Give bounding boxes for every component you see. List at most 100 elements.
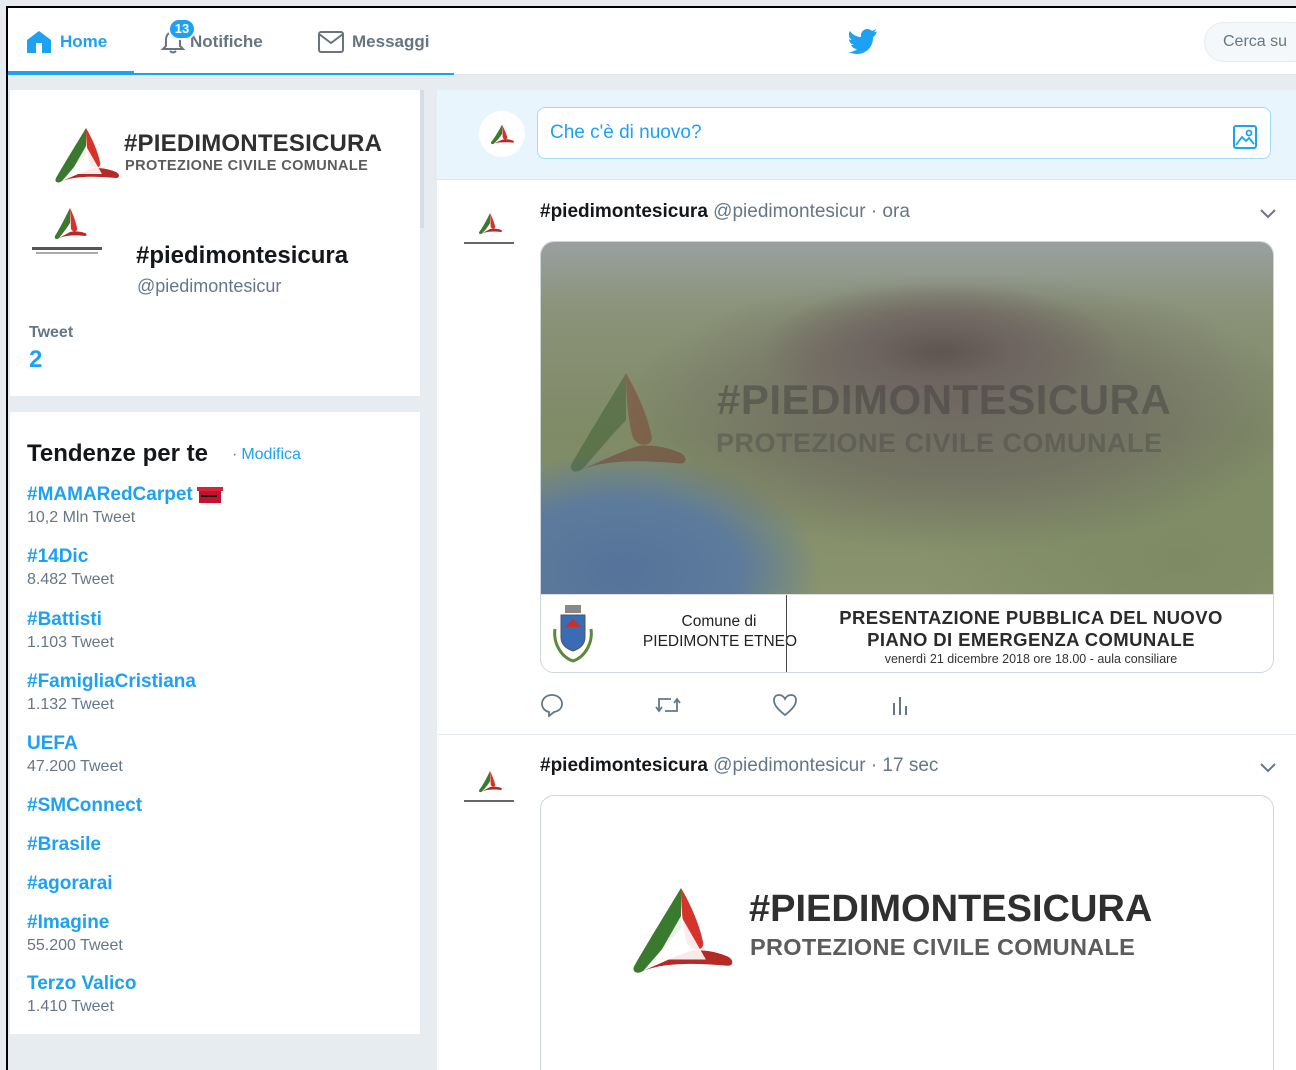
trend-item[interactable]: UEFA 47.200 Tweet bbox=[27, 733, 123, 776]
nav-active-underline bbox=[8, 71, 134, 75]
chevron-down-icon[interactable] bbox=[1259, 207, 1277, 225]
trend-name: #Imagine bbox=[27, 912, 110, 933]
retweet-icon[interactable] bbox=[654, 693, 682, 722]
trend-item[interactable]: #SMConnect bbox=[27, 795, 142, 817]
notifications-badge: 13 bbox=[168, 18, 196, 40]
trend-name: #FamigliaCristiana bbox=[27, 671, 196, 692]
home-icon bbox=[26, 30, 52, 54]
compose-tweet-input[interactable]: Che c'è di nuovo? bbox=[537, 107, 1271, 159]
tweet-author-handle[interactable]: @piedimontesicur bbox=[713, 201, 865, 222]
profile-handle[interactable]: @piedimontesicur bbox=[137, 276, 281, 297]
envelope-icon bbox=[318, 30, 344, 53]
nav-messages[interactable]: Messaggi bbox=[318, 8, 429, 75]
protezione-civile-logo-icon bbox=[633, 888, 733, 973]
tweet[interactable]: #piedimontesicura @piedimontesicur · 17 … bbox=[437, 735, 1296, 1070]
reply-icon[interactable] bbox=[540, 693, 564, 722]
trend-item[interactable]: #agorarai bbox=[27, 873, 113, 895]
nav-messages-label: Messaggi bbox=[352, 31, 430, 51]
trend-name: Terzo Valico bbox=[27, 973, 137, 994]
trends-edit-link[interactable]: · Modifica bbox=[232, 446, 301, 464]
avatar-caption-icon bbox=[464, 242, 514, 244]
add-photo-icon[interactable] bbox=[1233, 125, 1257, 154]
trend-name: #14Dic bbox=[27, 546, 89, 567]
image-title: #PIEDIMONTESICURA bbox=[749, 888, 1153, 930]
trend-name: UEFA bbox=[27, 733, 78, 754]
tweet-media-image[interactable]: #PIEDIMONTESICURA PROTEZIONE CIVILE COMU… bbox=[540, 795, 1274, 1070]
footer-divider bbox=[786, 595, 787, 672]
trend-item[interactable]: #FamigliaCristiana 1.132 Tweet bbox=[27, 671, 196, 714]
trend-name: #Battisti bbox=[27, 609, 102, 630]
trend-name: #agorarai bbox=[27, 873, 113, 894]
trend-name: #Brasile bbox=[27, 834, 101, 855]
tweet-timestamp[interactable]: ora bbox=[882, 201, 909, 222]
trend-count: 55.200 Tweet bbox=[27, 937, 123, 954]
profile-name[interactable]: #piedimontesicura bbox=[136, 242, 348, 270]
chevron-down-icon[interactable] bbox=[1259, 761, 1277, 779]
banner-title: #PIEDIMONTESICURA bbox=[124, 130, 383, 157]
trend-item[interactable]: #Imagine 55.200 Tweet bbox=[27, 912, 123, 955]
tweet-count-label[interactable]: Tweet bbox=[29, 324, 73, 342]
tweet-header: #piedimontesicura @piedimontesicur · 17 … bbox=[540, 755, 938, 777]
tweet-author-name[interactable]: #piedimontesicura bbox=[540, 201, 708, 222]
trend-name: #SMConnect bbox=[27, 795, 143, 816]
event-headline-2: PIANO DI EMERGENZA COMUNALE bbox=[867, 629, 1195, 650]
profile-avatar[interactable] bbox=[28, 202, 112, 286]
watermark-logo-icon bbox=[570, 373, 686, 472]
red-carpet-icon bbox=[196, 487, 223, 503]
timeline: Che c'è di nuovo? #piedimontesicura @pie… bbox=[437, 90, 1296, 1070]
avatar-logo-icon bbox=[479, 213, 502, 235]
like-heart-icon[interactable] bbox=[772, 693, 798, 722]
trend-count: 47.200 Tweet bbox=[27, 758, 123, 775]
nav-notifications-label: Notifiche bbox=[190, 31, 263, 51]
nav-underline bbox=[134, 73, 454, 75]
trend-count: 1.132 Tweet bbox=[27, 696, 114, 713]
trends-edit-label: Modifica bbox=[241, 446, 301, 463]
search-input[interactable]: Cerca su bbox=[1204, 22, 1296, 62]
avatar-caption-icon bbox=[464, 800, 514, 802]
image-watermark-subtitle: PROTEZIONE CIVILE COMUNALE bbox=[716, 428, 1163, 458]
avatar-logo-icon bbox=[54, 208, 87, 240]
trend-count: 1.103 Tweet bbox=[27, 634, 114, 651]
image-footer-band: Comune di PIEDIMONTE ETNEO PRESENTAZIONE… bbox=[541, 594, 1273, 672]
trends-panel: Tendenze per te · Modifica #MAMARedCarpet… bbox=[10, 412, 420, 1034]
top-navigation: Home Notifiche 13 Messaggi Cerca su bbox=[8, 8, 1296, 75]
avatar-logo-icon bbox=[479, 771, 502, 793]
image-watermark-title: #PIEDIMONTESICURA bbox=[717, 376, 1172, 423]
tweet-author-handle[interactable]: @piedimontesicur bbox=[713, 755, 865, 776]
trend-count: 8.482 Tweet bbox=[27, 571, 114, 588]
separator-dot: · bbox=[870, 201, 878, 222]
tweet-media-image[interactable]: #PIEDIMONTESICURA PROTEZIONE CIVILE COMU… bbox=[540, 241, 1274, 673]
separator-dot: · bbox=[870, 755, 878, 776]
event-headline-1: PRESENTAZIONE PUBBLICA DEL NUOVO bbox=[839, 607, 1223, 628]
tweet-actions bbox=[540, 693, 960, 723]
twitter-bird-icon[interactable] bbox=[848, 28, 878, 59]
banner-subtitle: PROTEZIONE CIVILE COMUNALE bbox=[125, 158, 369, 174]
trend-item[interactable]: #MAMARedCarpet 10,2 Mln Tweet bbox=[27, 484, 223, 527]
tweet[interactable]: #piedimontesicura @piedimontesicur · ora… bbox=[437, 181, 1296, 734]
trend-name: #MAMARedCarpet bbox=[27, 484, 193, 505]
trends-title: Tendenze per te bbox=[27, 440, 208, 467]
tweet-avatar[interactable] bbox=[459, 205, 519, 251]
trend-item[interactable]: #14Dic 8.482 Tweet bbox=[27, 546, 114, 589]
tweet-header: #piedimontesicura @piedimontesicur · ora bbox=[540, 201, 910, 223]
image-subtitle: PROTEZIONE CIVILE COMUNALE bbox=[750, 934, 1136, 960]
banner-edge bbox=[420, 90, 424, 228]
avatar-logo-icon bbox=[491, 124, 514, 145]
tweet-author-name[interactable]: #piedimontesicura bbox=[540, 755, 708, 776]
separator-dot: · bbox=[232, 446, 238, 463]
analytics-icon[interactable] bbox=[890, 693, 910, 722]
aerial-photo: #PIEDIMONTESICURA PROTEZIONE CIVILE COMU… bbox=[541, 242, 1273, 594]
trend-item[interactable]: #Battisti 1.103 Tweet bbox=[27, 609, 114, 652]
profile-card: #PIEDIMONTESICURA PROTEZIONE CIVILE COMU… bbox=[10, 90, 424, 396]
tweet-timestamp[interactable]: 17 sec bbox=[882, 755, 938, 776]
trend-item[interactable]: #Brasile bbox=[27, 834, 101, 856]
tweet-avatar[interactable] bbox=[459, 765, 519, 811]
nav-home[interactable]: Home bbox=[26, 8, 107, 75]
composer-avatar[interactable] bbox=[479, 111, 525, 157]
trend-item[interactable]: Terzo Valico 1.410 Tweet bbox=[27, 973, 136, 1016]
trend-count: 1.410 Tweet bbox=[27, 998, 114, 1015]
event-details: venerdì 21 dicembre 2018 ore 18.00 - aul… bbox=[884, 652, 1178, 666]
protezione-civile-logo-icon bbox=[55, 128, 119, 183]
nav-home-label: Home bbox=[60, 31, 108, 51]
tweet-count-value[interactable]: 2 bbox=[29, 346, 42, 374]
